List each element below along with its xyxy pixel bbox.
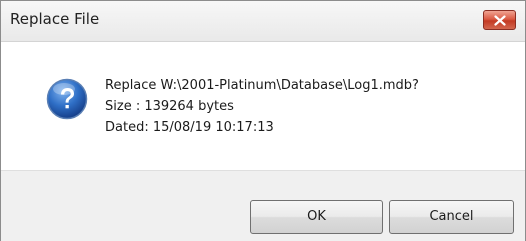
title-bar[interactable]: Replace File [1,1,525,42]
close-icon [494,15,506,26]
question-icon [46,78,88,120]
button-bar: OK Cancel [1,170,525,241]
cancel-button[interactable]: Cancel [389,200,514,234]
message-area: Replace W:\2001-Platinum\Database\Log1.m… [1,42,525,170]
message-line-date: Dated: 15/08/19 10:17:13 [105,120,274,135]
message-line-size: Size : 139264 bytes [105,99,234,114]
dialog-title: Replace File [10,10,100,28]
ok-button[interactable]: OK [250,200,383,234]
replace-file-dialog: Replace File Replace W:\2001-Platinum\Da… [0,0,526,241]
close-button[interactable] [483,10,516,30]
message-line-path: Replace W:\2001-Platinum\Database\Log1.m… [105,78,419,93]
